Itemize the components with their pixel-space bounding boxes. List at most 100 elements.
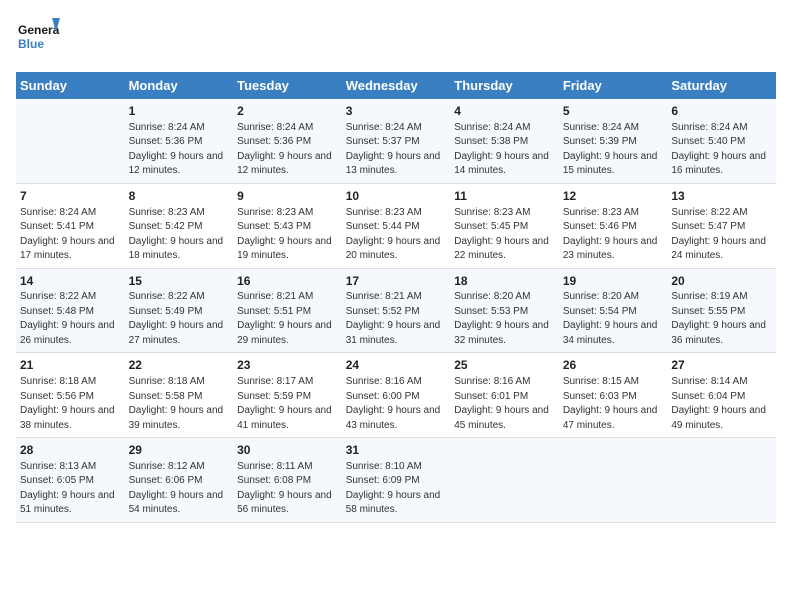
calendar-cell: 1 Sunrise: 8:24 AMSunset: 5:36 PMDayligh…: [125, 99, 234, 183]
day-number: 15: [129, 273, 230, 290]
day-number: 28: [20, 442, 121, 459]
calendar-week-row: 1 Sunrise: 8:24 AMSunset: 5:36 PMDayligh…: [16, 99, 776, 183]
calendar-cell: 9 Sunrise: 8:23 AMSunset: 5:43 PMDayligh…: [233, 183, 342, 268]
day-number: 3: [346, 103, 447, 120]
calendar-cell: 3 Sunrise: 8:24 AMSunset: 5:37 PMDayligh…: [342, 99, 451, 183]
calendar-week-row: 14 Sunrise: 8:22 AMSunset: 5:48 PMDaylig…: [16, 268, 776, 353]
day-number: 11: [454, 188, 555, 205]
calendar-header-row: SundayMondayTuesdayWednesdayThursdayFrid…: [16, 72, 776, 99]
day-info: Sunrise: 8:24 AMSunset: 5:38 PMDaylight:…: [454, 121, 555, 179]
calendar-cell: [667, 438, 776, 523]
day-number: 7: [20, 188, 121, 205]
day-number: 1: [129, 103, 230, 120]
day-number: 27: [671, 357, 772, 374]
day-number: 21: [20, 357, 121, 374]
day-info: Sunrise: 8:22 AMSunset: 5:48 PMDaylight:…: [20, 290, 121, 348]
calendar-week-row: 21 Sunrise: 8:18 AMSunset: 5:56 PMDaylig…: [16, 353, 776, 438]
day-number: 16: [237, 273, 338, 290]
calendar-cell: 18 Sunrise: 8:20 AMSunset: 5:53 PMDaylig…: [450, 268, 559, 353]
calendar-cell: 2 Sunrise: 8:24 AMSunset: 5:36 PMDayligh…: [233, 99, 342, 183]
day-info: Sunrise: 8:18 AMSunset: 5:56 PMDaylight:…: [20, 375, 121, 433]
day-number: 8: [129, 188, 230, 205]
day-number: 23: [237, 357, 338, 374]
day-number: 22: [129, 357, 230, 374]
calendar-cell: [16, 99, 125, 183]
day-info: Sunrise: 8:22 AMSunset: 5:47 PMDaylight:…: [671, 206, 772, 264]
day-number: 19: [563, 273, 664, 290]
day-number: 20: [671, 273, 772, 290]
day-info: Sunrise: 8:11 AMSunset: 6:08 PMDaylight:…: [237, 460, 338, 518]
calendar-cell: 6 Sunrise: 8:24 AMSunset: 5:40 PMDayligh…: [667, 99, 776, 183]
day-info: Sunrise: 8:23 AMSunset: 5:45 PMDaylight:…: [454, 206, 555, 264]
day-info: Sunrise: 8:14 AMSunset: 6:04 PMDaylight:…: [671, 375, 772, 433]
day-info: Sunrise: 8:22 AMSunset: 5:49 PMDaylight:…: [129, 290, 230, 348]
calendar-table: SundayMondayTuesdayWednesdayThursdayFrid…: [16, 72, 776, 523]
calendar-cell: 20 Sunrise: 8:19 AMSunset: 5:55 PMDaylig…: [667, 268, 776, 353]
day-number: 6: [671, 103, 772, 120]
header-friday: Friday: [559, 72, 668, 99]
calendar-cell: 26 Sunrise: 8:15 AMSunset: 6:03 PMDaylig…: [559, 353, 668, 438]
day-number: 24: [346, 357, 447, 374]
day-info: Sunrise: 8:23 AMSunset: 5:44 PMDaylight:…: [346, 206, 447, 264]
day-number: 25: [454, 357, 555, 374]
day-number: 18: [454, 273, 555, 290]
day-info: Sunrise: 8:23 AMSunset: 5:46 PMDaylight:…: [563, 206, 664, 264]
day-number: 17: [346, 273, 447, 290]
day-number: 12: [563, 188, 664, 205]
logo: General Blue: [16, 16, 60, 60]
day-info: Sunrise: 8:24 AMSunset: 5:40 PMDaylight:…: [671, 121, 772, 179]
day-info: Sunrise: 8:20 AMSunset: 5:53 PMDaylight:…: [454, 290, 555, 348]
day-number: 31: [346, 442, 447, 459]
day-number: 2: [237, 103, 338, 120]
calendar-cell: 25 Sunrise: 8:16 AMSunset: 6:01 PMDaylig…: [450, 353, 559, 438]
calendar-cell: 29 Sunrise: 8:12 AMSunset: 6:06 PMDaylig…: [125, 438, 234, 523]
calendar-cell: 12 Sunrise: 8:23 AMSunset: 5:46 PMDaylig…: [559, 183, 668, 268]
calendar-cell: 21 Sunrise: 8:18 AMSunset: 5:56 PMDaylig…: [16, 353, 125, 438]
day-number: 5: [563, 103, 664, 120]
calendar-body: 1 Sunrise: 8:24 AMSunset: 5:36 PMDayligh…: [16, 99, 776, 522]
calendar-cell: 14 Sunrise: 8:22 AMSunset: 5:48 PMDaylig…: [16, 268, 125, 353]
day-info: Sunrise: 8:19 AMSunset: 5:55 PMDaylight:…: [671, 290, 772, 348]
day-number: 29: [129, 442, 230, 459]
calendar-cell: 5 Sunrise: 8:24 AMSunset: 5:39 PMDayligh…: [559, 99, 668, 183]
calendar-cell: 10 Sunrise: 8:23 AMSunset: 5:44 PMDaylig…: [342, 183, 451, 268]
calendar-week-row: 28 Sunrise: 8:13 AMSunset: 6:05 PMDaylig…: [16, 438, 776, 523]
calendar-cell: [450, 438, 559, 523]
svg-text:General: General: [18, 23, 60, 37]
day-number: 30: [237, 442, 338, 459]
day-info: Sunrise: 8:24 AMSunset: 5:36 PMDaylight:…: [129, 121, 230, 179]
day-info: Sunrise: 8:15 AMSunset: 6:03 PMDaylight:…: [563, 375, 664, 433]
day-number: 9: [237, 188, 338, 205]
calendar-cell: 8 Sunrise: 8:23 AMSunset: 5:42 PMDayligh…: [125, 183, 234, 268]
calendar-week-row: 7 Sunrise: 8:24 AMSunset: 5:41 PMDayligh…: [16, 183, 776, 268]
day-info: Sunrise: 8:17 AMSunset: 5:59 PMDaylight:…: [237, 375, 338, 433]
calendar-cell: 15 Sunrise: 8:22 AMSunset: 5:49 PMDaylig…: [125, 268, 234, 353]
calendar-cell: 16 Sunrise: 8:21 AMSunset: 5:51 PMDaylig…: [233, 268, 342, 353]
calendar-cell: 13 Sunrise: 8:22 AMSunset: 5:47 PMDaylig…: [667, 183, 776, 268]
calendar-cell: 27 Sunrise: 8:14 AMSunset: 6:04 PMDaylig…: [667, 353, 776, 438]
logo-svg: General Blue: [16, 16, 60, 60]
calendar-cell: 22 Sunrise: 8:18 AMSunset: 5:58 PMDaylig…: [125, 353, 234, 438]
calendar-cell: 11 Sunrise: 8:23 AMSunset: 5:45 PMDaylig…: [450, 183, 559, 268]
calendar-cell: 28 Sunrise: 8:13 AMSunset: 6:05 PMDaylig…: [16, 438, 125, 523]
day-number: 4: [454, 103, 555, 120]
day-info: Sunrise: 8:24 AMSunset: 5:41 PMDaylight:…: [20, 206, 121, 264]
header-monday: Monday: [125, 72, 234, 99]
day-info: Sunrise: 8:24 AMSunset: 5:39 PMDaylight:…: [563, 121, 664, 179]
day-info: Sunrise: 8:13 AMSunset: 6:05 PMDaylight:…: [20, 460, 121, 518]
day-info: Sunrise: 8:21 AMSunset: 5:51 PMDaylight:…: [237, 290, 338, 348]
calendar-cell: 17 Sunrise: 8:21 AMSunset: 5:52 PMDaylig…: [342, 268, 451, 353]
header-tuesday: Tuesday: [233, 72, 342, 99]
calendar-cell: 4 Sunrise: 8:24 AMSunset: 5:38 PMDayligh…: [450, 99, 559, 183]
day-info: Sunrise: 8:18 AMSunset: 5:58 PMDaylight:…: [129, 375, 230, 433]
header-saturday: Saturday: [667, 72, 776, 99]
header-wednesday: Wednesday: [342, 72, 451, 99]
calendar-cell: 23 Sunrise: 8:17 AMSunset: 5:59 PMDaylig…: [233, 353, 342, 438]
calendar-cell: 30 Sunrise: 8:11 AMSunset: 6:08 PMDaylig…: [233, 438, 342, 523]
day-info: Sunrise: 8:24 AMSunset: 5:36 PMDaylight:…: [237, 121, 338, 179]
calendar-cell: 19 Sunrise: 8:20 AMSunset: 5:54 PMDaylig…: [559, 268, 668, 353]
calendar-cell: 31 Sunrise: 8:10 AMSunset: 6:09 PMDaylig…: [342, 438, 451, 523]
day-number: 13: [671, 188, 772, 205]
header-thursday: Thursday: [450, 72, 559, 99]
calendar-cell: 7 Sunrise: 8:24 AMSunset: 5:41 PMDayligh…: [16, 183, 125, 268]
